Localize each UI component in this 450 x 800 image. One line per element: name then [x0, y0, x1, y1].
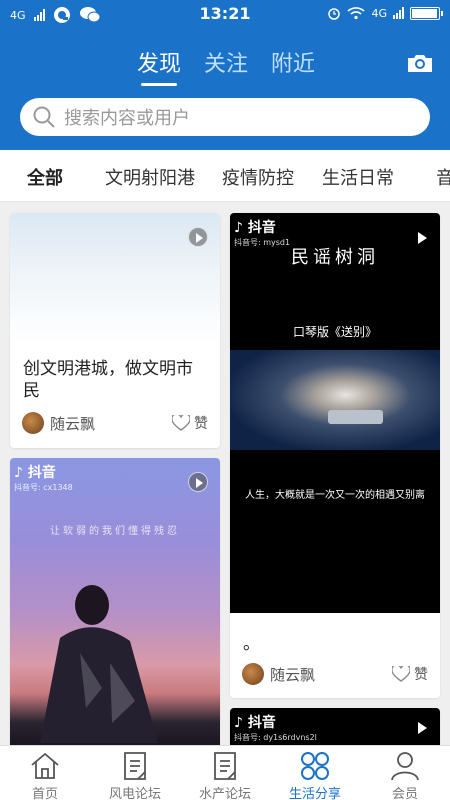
douyin-label: 抖音 [247, 715, 276, 731]
category-music[interactable]: 音 [436, 164, 450, 190]
nav-home[interactable]: 首页 [0, 750, 90, 800]
category-epidemic[interactable]: 疫情防控 [222, 164, 294, 190]
like-label: 赞 [194, 416, 208, 432]
video-caption: 人生，大概就是一次又一次的相遇又别离 [245, 490, 425, 501]
post-card[interactable]: 创文明港城，做文明市民 随云飘 赞 [10, 213, 220, 448]
camera-icon[interactable] [406, 52, 434, 74]
author-name[interactable]: 随云飘 [50, 413, 95, 434]
wifi-icon [347, 7, 366, 20]
search-placeholder: 搜索内容或用户 [64, 108, 190, 129]
alarm-icon [328, 8, 341, 20]
tab-following[interactable]: 关注 [204, 46, 248, 78]
like-button[interactable]: 赞 [392, 664, 428, 684]
play-icon [188, 472, 208, 492]
status-bar: 4G 13:21 4G [0, 0, 450, 30]
tab-nearby[interactable]: 附近 [271, 46, 315, 78]
heart-icon [392, 666, 410, 682]
person-icon [391, 752, 419, 781]
post-card[interactable]: ♪ 抖音 抖音号: mysd1 民谣树洞 口琴版《送别》 人生，大概就是一次又一… [230, 213, 440, 698]
category-daily-life[interactable]: 生活日常 [322, 164, 394, 190]
network-type-right: 4G [371, 6, 387, 20]
grid-circles-icon [301, 752, 329, 780]
search-icon [33, 106, 55, 128]
douyin-watermark: ♪ 抖音 抖音号: dy1s6rdvns2l [234, 712, 317, 743]
search-input[interactable]: 搜索内容或用户 [20, 98, 430, 136]
avatar[interactable] [22, 412, 44, 434]
person-silhouette-image [40, 585, 158, 743]
video-frame-image [230, 350, 440, 450]
nav-member-label: 会员 [391, 787, 418, 800]
nav-life-share-label: 生活分享 [288, 787, 341, 800]
video-cover: ♪ 抖音 抖音号: mysd1 民谣树洞 口琴版《送别》 人生，大概就是一次又一… [230, 213, 440, 613]
douyin-id: 抖音号: cx1348 [14, 483, 73, 492]
nav-aquatic-forum-label: 水产论坛 [198, 787, 251, 800]
tiktok-logo-icon: ♪ [14, 465, 23, 481]
top-tabs: 发现 关注 附近 [0, 46, 450, 86]
nav-member[interactable]: 会员 [360, 750, 450, 800]
video-caption: 让软弱的我们懂得残忍 [50, 526, 180, 537]
like-button[interactable]: 赞 [172, 413, 208, 433]
video-title: 民谣树洞 [291, 247, 379, 268]
nav-wind-forum[interactable]: 风电论坛 [90, 750, 180, 800]
document-icon [214, 752, 236, 780]
like-label: 赞 [414, 667, 428, 683]
douyin-id: 抖音号: dy1s6rdvns2l [234, 733, 317, 742]
video-cover: ♪ 抖音 抖音号: cx1348 让软弱的我们懂得残忍 [10, 458, 220, 745]
battery-icon [410, 6, 443, 20]
author-row: 随云飘 赞 [242, 663, 428, 685]
nav-aquatic-forum[interactable]: 水产论坛 [180, 750, 270, 800]
douyin-watermark: ♪ 抖音 抖音号: cx1348 [14, 462, 73, 493]
nav-wind-forum-label: 风电论坛 [108, 787, 161, 800]
author-name[interactable]: 随云飘 [270, 664, 315, 685]
douyin-label: 抖音 [27, 465, 56, 481]
nav-life-share[interactable]: 生活分享 [270, 750, 360, 800]
home-icon [31, 752, 59, 779]
nav-home-label: 首页 [31, 787, 58, 800]
tab-active-indicator [141, 83, 177, 86]
tiktok-logo-icon: ♪ [234, 220, 243, 236]
author-row: 随云飘 赞 [22, 412, 208, 434]
post-title: 。 [243, 634, 260, 654]
status-right: 4G [327, 6, 443, 20]
tab-discover[interactable]: 发现 [137, 46, 181, 78]
play-icon [418, 722, 427, 734]
signal-icon-right [393, 7, 404, 19]
tiktok-logo-icon: ♪ [234, 715, 243, 731]
category-civilized-port[interactable]: 文明射阳港 [105, 164, 195, 190]
play-icon [188, 227, 208, 247]
category-all[interactable]: 全部 [27, 164, 63, 190]
post-card[interactable]: ♪ 抖音 抖音号: dy1s6rdvns2l [230, 708, 440, 745]
video-subtitle: 口琴版《送别》 [292, 325, 377, 339]
avatar[interactable] [242, 663, 264, 685]
document-icon [124, 752, 146, 780]
post-card[interactable]: ♪ 抖音 抖音号: cx1348 让软弱的我们懂得残忍 [10, 458, 220, 745]
post-title: 创文明港城，做文明市民 [23, 359, 193, 401]
bottom-nav: 首页 风电论坛 水产论坛 生活分享 会员 [0, 745, 450, 800]
heart-icon [172, 415, 190, 431]
category-bar: 全部 文明射阳港 疫情防控 生活日常 音 [0, 150, 450, 202]
douyin-label: 抖音 [247, 220, 276, 236]
